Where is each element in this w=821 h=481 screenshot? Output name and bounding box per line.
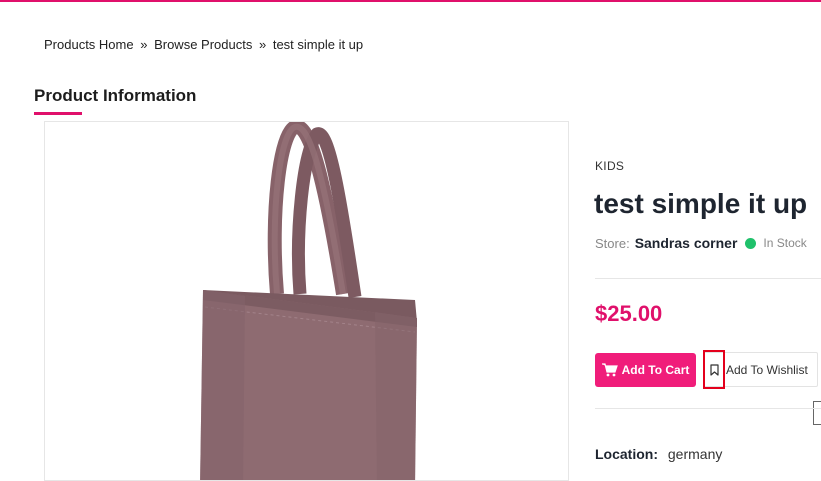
- breadcrumb-products-home[interactable]: Products Home: [44, 37, 134, 52]
- product-category: KIDS: [595, 159, 625, 173]
- bookmark-icon-highlight[interactable]: [703, 350, 725, 389]
- add-to-cart-button[interactable]: Add To Cart: [595, 353, 696, 387]
- side-panel-toggle[interactable]: [813, 401, 821, 425]
- product-image-panel: [44, 121, 569, 481]
- store-row: Store: Sandras corner In Stock: [595, 235, 807, 251]
- breadcrumb-current: test simple it up: [272, 37, 364, 52]
- top-accent-bar: [0, 0, 821, 2]
- add-to-wishlist-label: Add To Wishlist: [726, 362, 808, 377]
- add-to-wishlist-button[interactable]: Add To Wishlist: [703, 350, 818, 389]
- status-dot-icon: [745, 237, 757, 249]
- location-row: Location: germany: [595, 446, 722, 462]
- add-to-cart-label: Add To Cart: [621, 363, 690, 377]
- breadcrumb-browse-products[interactable]: Browse Products: [154, 37, 252, 52]
- section-title-underline: [34, 112, 82, 115]
- stock-status: In Stock: [763, 236, 807, 250]
- breadcrumb-separator: »: [258, 37, 267, 52]
- divider: [595, 278, 821, 279]
- breadcrumb: Products Home » Browse Products » test s…: [44, 37, 363, 52]
- location-value: germany: [667, 446, 723, 462]
- divider: [595, 408, 821, 409]
- product-price: $25.00: [595, 301, 663, 326]
- bookmark-icon: [709, 363, 719, 376]
- tote-bag-image: [200, 122, 417, 480]
- store-label: Store:: [595, 235, 630, 251]
- store-name-link[interactable]: Sandras corner: [635, 235, 738, 251]
- location-label: Location:: [595, 446, 658, 462]
- section-title: Product Information: [34, 86, 197, 105]
- breadcrumb-separator: »: [140, 37, 148, 52]
- shopping-cart-icon: [601, 363, 618, 377]
- product-title: test simple it up: [594, 188, 808, 219]
